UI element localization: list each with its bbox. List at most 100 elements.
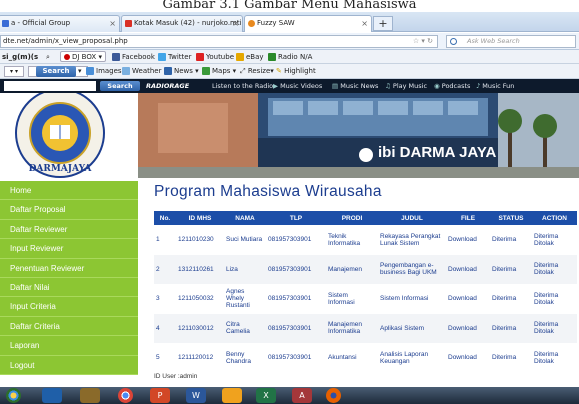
column-header: No. (154, 211, 176, 225)
close-icon[interactable]: × (109, 16, 116, 31)
sidebar-item-penentuan-reviewer[interactable]: Penentuan Reviewer (0, 258, 138, 278)
sidebar-item-input-reviewer[interactable]: Input Reviewer (0, 239, 138, 259)
toolbar-listen-radio[interactable]: Listen to the Radio (212, 79, 273, 93)
cell-prodi: Manajemen Informatika (326, 313, 378, 343)
bookmark-youtube[interactable]: Youtube (196, 50, 234, 64)
cell-prodi: Sistem Informasi (328, 291, 355, 306)
bookmark-label: Youtube (206, 53, 234, 61)
toolbar-label: Maps (212, 67, 231, 75)
radio-search-input[interactable] (4, 81, 96, 91)
bookmark-twitter[interactable]: Twitter (158, 50, 191, 64)
sidebar-item-logout[interactable]: Logout (0, 355, 138, 375)
download-link[interactable]: Download (446, 225, 490, 255)
windows-start-icon[interactable] (6, 388, 21, 403)
reject-link[interactable]: Ditolak (534, 269, 575, 276)
visio-icon[interactable] (222, 388, 242, 403)
radio-search-button[interactable]: Search (100, 81, 140, 91)
ebay-icon (236, 53, 244, 61)
reject-link[interactable]: Ditolak (534, 358, 575, 365)
access-icon[interactable]: A (292, 388, 312, 403)
cell-tlp: 081957303901 (266, 313, 326, 343)
firefox-icon[interactable] (326, 388, 341, 403)
resize-icon: ⤢ (240, 67, 248, 75)
headphones-icon: ♫ (385, 82, 393, 90)
toolbar-podcasts[interactable]: ◉ Podcasts (434, 79, 470, 93)
podcast-icon: ◉ (434, 82, 442, 90)
sidebar-item-daftar-criteria[interactable]: Daftar Criteria (0, 316, 138, 337)
browser-tab-bar: a - Official Group × Kotak Masuk (42) - … (0, 12, 579, 32)
toolbar-music-videos[interactable]: ▶ Music Videos (273, 79, 322, 93)
bookmark-na[interactable]: N/A (300, 50, 312, 64)
toolbar-maps[interactable]: Maps ▾ (202, 64, 236, 79)
cell-status: Diterima (492, 236, 517, 244)
campus-building-image (138, 93, 579, 178)
accept-link[interactable]: Diterima (534, 262, 575, 269)
reject-link[interactable]: Ditolak (534, 240, 575, 247)
cell-judul: Rekayasa Perangkat Lunak Sistem (380, 232, 441, 247)
accept-link[interactable]: Diterima (534, 321, 575, 328)
cell-id: 1211030012 (176, 313, 224, 343)
excel-icon[interactable]: X (256, 388, 276, 403)
reject-link[interactable]: Ditolak (534, 299, 575, 306)
explorer-icon[interactable] (80, 388, 100, 403)
cell-no: 4 (154, 313, 176, 343)
page-title: Program Mahasiswa Wirausaha (154, 183, 382, 200)
toolbar-dropdown[interactable]: ▾ ▾ (4, 66, 24, 77)
sidebar-item-daftar-reviewer[interactable]: Daftar Reviewer (0, 219, 138, 240)
toolbar-news[interactable]: News ▾ (164, 64, 199, 79)
toolbar-weather[interactable]: Weather (122, 64, 161, 79)
cell-no: 3 (156, 295, 160, 303)
toolbar-resize[interactable]: ⤢ Resize▾ (240, 64, 274, 79)
sidebar-item-input-criteria[interactable]: Input Criteria (0, 297, 138, 317)
media-player-icon[interactable] (42, 388, 62, 403)
download-link[interactable]: Download (446, 284, 490, 314)
web-search-field[interactable]: Ask Web Search (446, 35, 576, 48)
column-header: STATUS (490, 211, 532, 225)
toolbar-play-music[interactable]: ♫ Play Music (385, 79, 427, 93)
reject-link[interactable]: Ditolak (534, 328, 575, 335)
bookmark-radio[interactable]: Radio (268, 50, 298, 64)
sidebar-item-home[interactable]: Home (0, 181, 138, 201)
cell-action: Diterima Ditolak (532, 343, 577, 373)
chevron-down-icon[interactable]: ▾ (78, 64, 82, 79)
sidebar-item-daftar-nilai[interactable]: Daftar Nilai (0, 277, 138, 298)
close-icon[interactable]: × (361, 16, 368, 31)
download-link[interactable]: Download (446, 343, 490, 373)
download-link[interactable]: Download (446, 313, 490, 343)
sidebar-item-daftar-proposal[interactable]: Daftar Proposal (0, 200, 138, 220)
cell-nama: Agnes Whely Rustanti (226, 288, 250, 310)
chrome-icon[interactable] (118, 388, 133, 403)
bookmark-label: Twitter (168, 53, 192, 61)
close-icon[interactable]: × (232, 16, 239, 31)
powerpoint-icon[interactable]: P (150, 388, 170, 403)
word-icon[interactable]: W (186, 388, 206, 403)
cell-status: Diterima (490, 254, 532, 284)
toolbar-label: Music Videos (280, 82, 323, 90)
djbox-button[interactable]: DJ BOX ▾ (60, 51, 106, 62)
toolbar-images[interactable]: Images (86, 64, 122, 79)
maps-icon (202, 67, 210, 75)
download-link[interactable]: Download (446, 254, 490, 284)
search-icon[interactable]: ⌕ (46, 50, 50, 64)
toolbar-search-button[interactable]: Search (36, 66, 76, 77)
toolbar-music-fun[interactable]: ♪ Music Fun (476, 79, 514, 93)
new-tab-button[interactable]: + (373, 16, 393, 31)
toolbar-label: Weather (132, 67, 162, 75)
accept-link[interactable]: Diterima (534, 292, 575, 299)
address-bar[interactable]: dte.net/admin/x_view_proposal.php ☆ ▾ ↻ (0, 35, 438, 48)
accept-link[interactable]: Diterima (534, 233, 575, 240)
navigation-bar: dte.net/admin/x_view_proposal.php ☆ ▾ ↻ … (0, 33, 579, 50)
search-placeholder: Ask Web Search (467, 37, 520, 45)
browser-tab-active[interactable]: Fuzzy SAW × (244, 15, 372, 32)
reload-icon[interactable]: ☆ ▾ ↻ (413, 36, 433, 47)
sidebar-item-laporan[interactable]: Laporan (0, 336, 138, 356)
toolbar-music-news[interactable]: ▤ Music News (332, 79, 378, 93)
browser-tab[interactable]: a - Official Group × (0, 15, 120, 32)
bookmark-label: eBay (246, 53, 264, 61)
browser-tab[interactable]: Kotak Masuk (42) - nurjoko.mti@gm... × (121, 15, 243, 32)
toolbar-highlight[interactable]: ✎ Highlight (276, 64, 316, 79)
toolbar-label: News (174, 67, 193, 75)
bookmark-ebay[interactable]: eBay (236, 50, 264, 64)
bookmark-facebook[interactable]: Facebook (112, 50, 155, 64)
accept-link[interactable]: Diterima (534, 351, 575, 358)
